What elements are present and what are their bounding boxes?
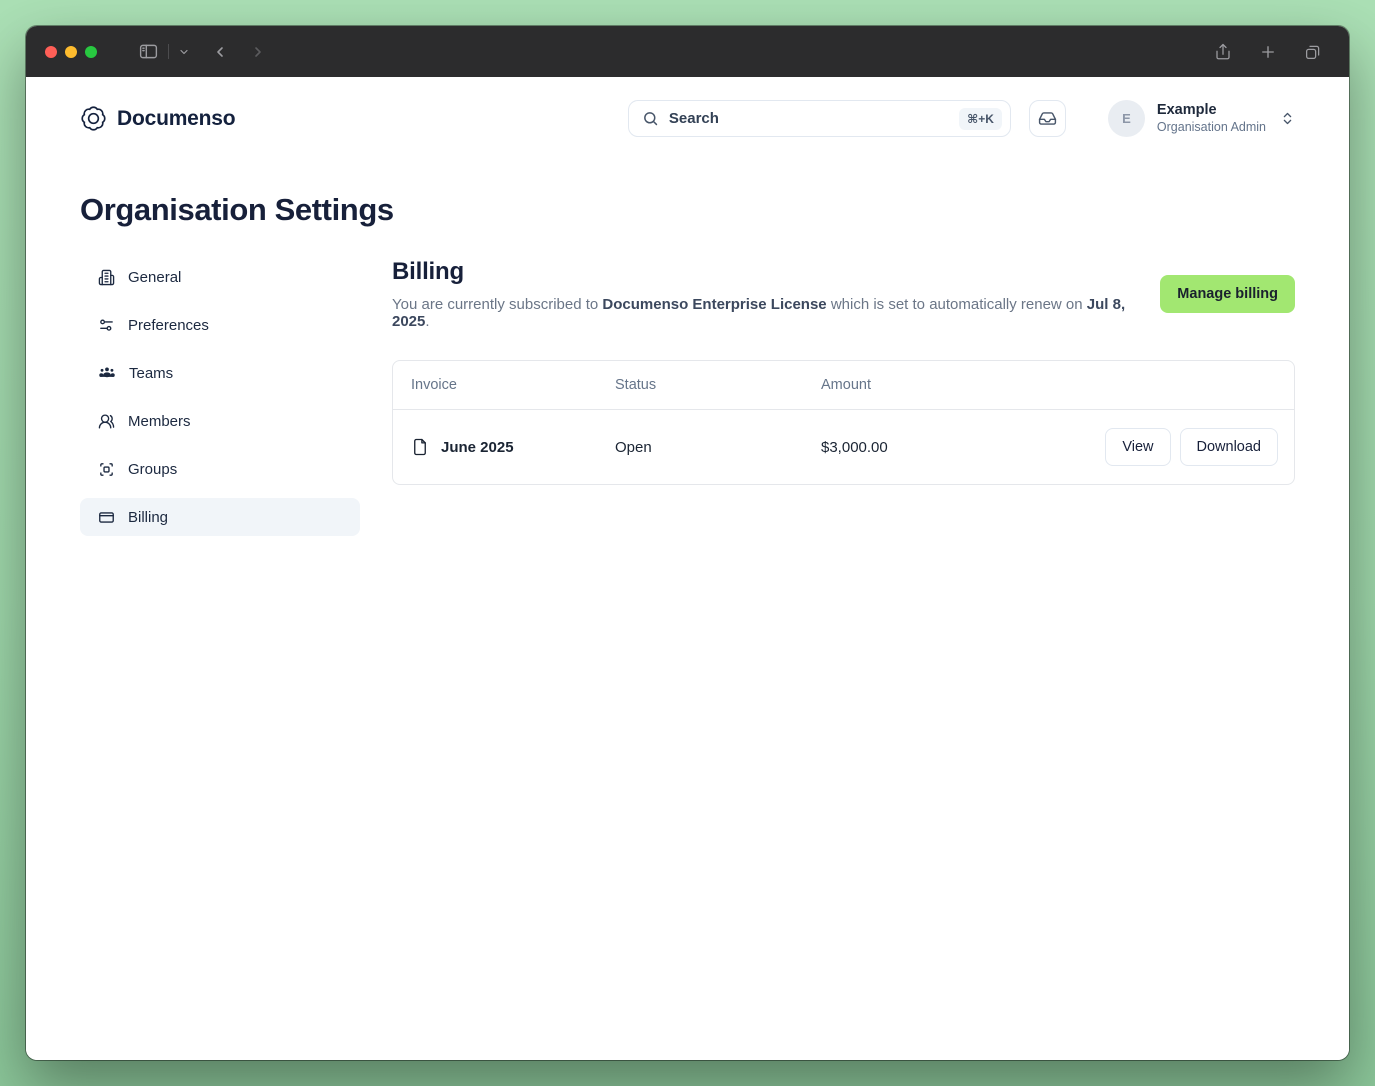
inbox-button[interactable] — [1029, 100, 1066, 137]
sidebar-item-label: Billing — [128, 509, 168, 526]
members-icon — [98, 413, 115, 430]
group-frame-icon — [98, 461, 115, 478]
user-role: Organisation Admin — [1157, 119, 1266, 135]
search-shortcut-badge: ⌘+K — [959, 108, 1002, 130]
tab-overview-icon[interactable] — [1304, 43, 1322, 61]
subscription-text: You are currently subscribed to Documens… — [392, 296, 1160, 330]
maximize-button[interactable] — [85, 46, 97, 58]
sidebar-item-label: Preferences — [128, 317, 209, 334]
sidebar-item-label: Members — [128, 413, 191, 430]
browser-window: Documenso ⌘+K E — [26, 26, 1349, 1060]
toolbar-divider — [168, 44, 169, 59]
invoice-actions: View Download — [1051, 428, 1294, 466]
team-icon — [98, 364, 116, 382]
sidebar-item-teams[interactable]: Teams — [80, 354, 360, 392]
billing-heading: Billing — [392, 258, 1160, 286]
sidebar-item-billing[interactable]: Billing — [80, 498, 360, 536]
chevrons-up-down-icon — [1280, 111, 1295, 126]
view-button[interactable]: View — [1105, 428, 1170, 466]
manage-billing-button[interactable]: Manage billing — [1160, 275, 1295, 313]
search-bar[interactable]: ⌘+K — [628, 100, 1011, 137]
billing-panel: Billing You are currently subscribed to … — [392, 258, 1295, 546]
sliders-icon — [98, 317, 115, 334]
page-title: Organisation Settings — [80, 192, 1295, 228]
inbox-icon — [1038, 109, 1057, 128]
table-row: June 2025 Open $3,000.00 View Download — [393, 410, 1294, 484]
sidebar-item-general[interactable]: General — [80, 258, 360, 296]
forward-icon[interactable] — [250, 44, 266, 60]
app-content: Documenso ⌘+K E — [26, 77, 1349, 1060]
chevron-down-icon[interactable] — [178, 46, 190, 58]
app-header: Documenso ⌘+K E — [80, 77, 1295, 145]
invoices-table: Invoice Status Amount June 2025 — [392, 360, 1295, 485]
documenso-logo-icon — [80, 105, 107, 132]
sidebar-item-label: General — [128, 269, 181, 286]
sidebar-item-label: Groups — [128, 461, 177, 478]
invoice-name: June 2025 — [441, 439, 514, 456]
back-icon[interactable] — [212, 44, 228, 60]
search-input[interactable] — [669, 110, 959, 127]
user-menu[interactable]: E Example Organisation Admin — [1108, 100, 1295, 137]
minimize-button[interactable] — [65, 46, 77, 58]
sidebar-toggle-icon[interactable] — [138, 41, 159, 62]
window-controls — [45, 46, 97, 58]
invoice-status: Open — [615, 439, 821, 456]
sidebar-item-members[interactable]: Members — [80, 402, 360, 440]
user-name: Example — [1157, 102, 1266, 119]
column-invoice: Invoice — [411, 377, 615, 393]
column-amount: Amount — [821, 377, 1051, 393]
column-status: Status — [615, 377, 821, 393]
share-icon[interactable] — [1214, 43, 1232, 61]
credit-card-icon — [98, 509, 115, 526]
sidebar-item-preferences[interactable]: Preferences — [80, 306, 360, 344]
sidebar-item-groups[interactable]: Groups — [80, 450, 360, 488]
plan-name: Documenso Enterprise License — [602, 296, 826, 313]
invoice-cell: June 2025 — [411, 437, 615, 457]
building-icon — [98, 269, 115, 286]
table-header: Invoice Status Amount — [393, 361, 1294, 410]
download-button[interactable]: Download — [1180, 428, 1279, 466]
search-icon — [642, 110, 659, 127]
close-button[interactable] — [45, 46, 57, 58]
brand[interactable]: Documenso — [80, 105, 235, 132]
new-tab-icon[interactable] — [1259, 43, 1277, 61]
settings-sidebar: General Preferences — [80, 258, 360, 546]
browser-titlebar — [26, 26, 1349, 77]
file-icon — [411, 437, 429, 457]
sidebar-item-label: Teams — [129, 365, 173, 382]
brand-name: Documenso — [117, 107, 235, 131]
invoice-amount: $3,000.00 — [821, 439, 1051, 456]
avatar: E — [1108, 100, 1145, 137]
